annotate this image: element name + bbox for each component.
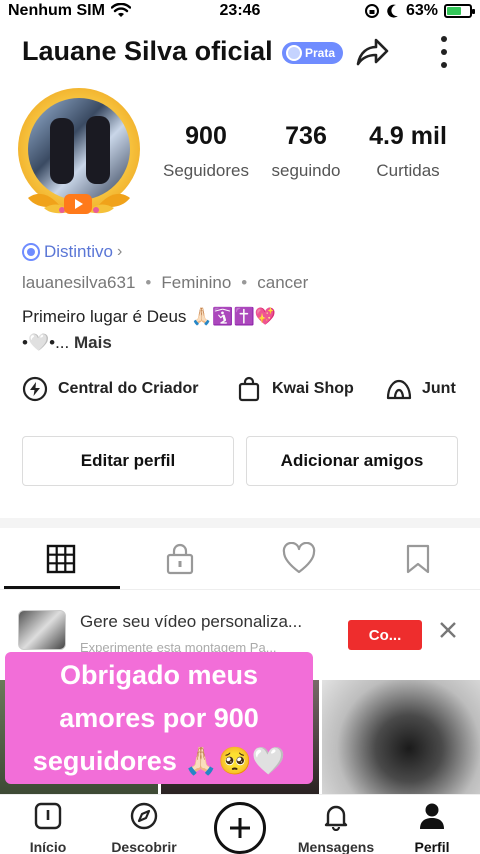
lightning-icon: [22, 376, 48, 402]
plus-icon: [230, 818, 250, 838]
separator-dot: •: [145, 273, 152, 292]
stat-followers[interactable]: 900 Seguidores: [156, 122, 256, 181]
battery-fill: [447, 7, 461, 15]
bookmark-icon[interactable]: [400, 542, 436, 576]
stat-label: seguindo: [271, 161, 341, 180]
vertical-dots-icon[interactable]: [440, 36, 448, 68]
tool-junt[interactable]: Junt: [386, 376, 456, 402]
avatar-photo: [28, 98, 130, 200]
nav-descobrir[interactable]: Descobrir: [96, 801, 192, 854]
sticker-line: seguidores 🙏🏻🥺🤍: [32, 745, 286, 776]
rank-badge[interactable]: Prata: [282, 42, 344, 64]
nav-label: Mensagens: [297, 839, 375, 854]
grid-icon[interactable]: [43, 542, 79, 576]
badge-label: Prata: [305, 46, 336, 60]
content-tabs: [0, 528, 480, 590]
stat-likes[interactable]: 4.9 mil Curtidas: [356, 122, 460, 181]
bio-line-1: Primeiro lugar é Deus 🙏🏻🛐✝️💖: [22, 307, 276, 326]
bio-more-link[interactable]: Mais: [74, 333, 112, 352]
bio-line-2: •🤍•... Mais: [22, 333, 112, 353]
status-right: 63%: [364, 2, 475, 20]
nav-label: Descobrir: [111, 839, 177, 854]
active-tab-indicator: [4, 586, 120, 589]
create-button[interactable]: [214, 802, 266, 854]
nav-label: Início: [29, 839, 67, 854]
profile-stats: 900 Seguidores 736 seguindo 4.9 mil Curt…: [150, 122, 470, 192]
nav-inicio[interactable]: Início: [0, 801, 96, 854]
sticker-line: amores por 900: [59, 702, 259, 733]
distintivo-label: Distintivo: [44, 242, 113, 261]
compass-icon: [130, 802, 158, 830]
stat-label: Seguidores: [162, 161, 249, 180]
status-bar: Nenhum SIM 23:46 63%: [0, 0, 480, 24]
edit-profile-button[interactable]: Editar perfil: [22, 436, 234, 486]
distintivo-link[interactable]: Distintivo ›: [22, 242, 122, 262]
promo-title: Gere seu vídeo personaliza...: [80, 612, 303, 631]
tool-label: Kwai Shop: [272, 380, 354, 397]
avatar[interactable]: [14, 88, 142, 222]
profile-header: Lauane Silva oficial Prata: [22, 34, 460, 74]
gender: Feminino: [161, 273, 232, 292]
video-thumbnail[interactable]: [322, 680, 480, 794]
add-friends-button[interactable]: Adicionar amigos: [246, 436, 458, 486]
bottom-navigation: Início Descobrir Mensagens Perfil: [0, 794, 480, 854]
tool-kwai-shop[interactable]: Kwai Shop: [236, 376, 354, 402]
stat-value: 4.9 mil: [369, 122, 447, 150]
share-arrow-icon[interactable]: [354, 34, 390, 70]
bell-icon: [324, 805, 348, 831]
heart-icon[interactable]: [281, 542, 317, 576]
tent-icon: [386, 379, 412, 400]
tool-label: Central do Criador: [58, 380, 199, 397]
battery-icon: [444, 4, 475, 18]
stat-label: Curtidas: [376, 161, 440, 180]
promo-banner[interactable]: Gere seu vídeo personaliza... Experiment…: [0, 592, 480, 652]
zodiac-sign: cancer: [257, 273, 309, 292]
lock-rotation-icon: [364, 4, 379, 18]
lock-icon[interactable]: [162, 542, 198, 576]
thank-you-sticker: Obrigado meus amores por 900 seguidores …: [5, 652, 313, 784]
battery-percent: 63%: [405, 2, 438, 19]
bio-text: •🤍•...: [22, 333, 70, 352]
person-icon: [420, 803, 444, 829]
profile-name: Lauane Silva oficial: [22, 36, 273, 66]
play-icon: [64, 194, 92, 214]
profile-meta: lauanesilva631 • Feminino • cancer: [22, 273, 308, 293]
nav-label: Perfil: [414, 839, 450, 854]
shopping-bag-icon: [238, 376, 260, 402]
nav-mensagens[interactable]: Mensagens: [288, 801, 384, 854]
nav-perfil[interactable]: Perfil: [384, 801, 480, 854]
stat-following[interactable]: 736 seguindo: [264, 122, 348, 181]
promo-thumbnail: [18, 610, 66, 650]
tool-label: Junt: [422, 380, 456, 397]
moon-icon: [387, 4, 398, 18]
badge-icon: [286, 45, 302, 61]
close-icon[interactable]: [436, 618, 460, 642]
separator-dot: •: [241, 273, 248, 292]
sticker-line: Obrigado meus: [59, 659, 259, 690]
stat-value: 900: [185, 122, 227, 150]
promo-subtitle: Experimente esta montagem Pa...: [80, 640, 277, 652]
stat-value: 736: [285, 122, 327, 150]
home-icon: [34, 802, 62, 830]
creator-tools: Central do Criador Kwai Shop Junt: [22, 376, 480, 408]
username: lauanesilva631: [22, 273, 136, 292]
distintivo-icon: [22, 243, 40, 261]
chevron-right-icon: ›: [116, 243, 123, 260]
section-divider: [0, 518, 480, 528]
promo-cta-button[interactable]: Co...: [348, 620, 422, 650]
tool-creator-center[interactable]: Central do Criador: [22, 376, 198, 402]
